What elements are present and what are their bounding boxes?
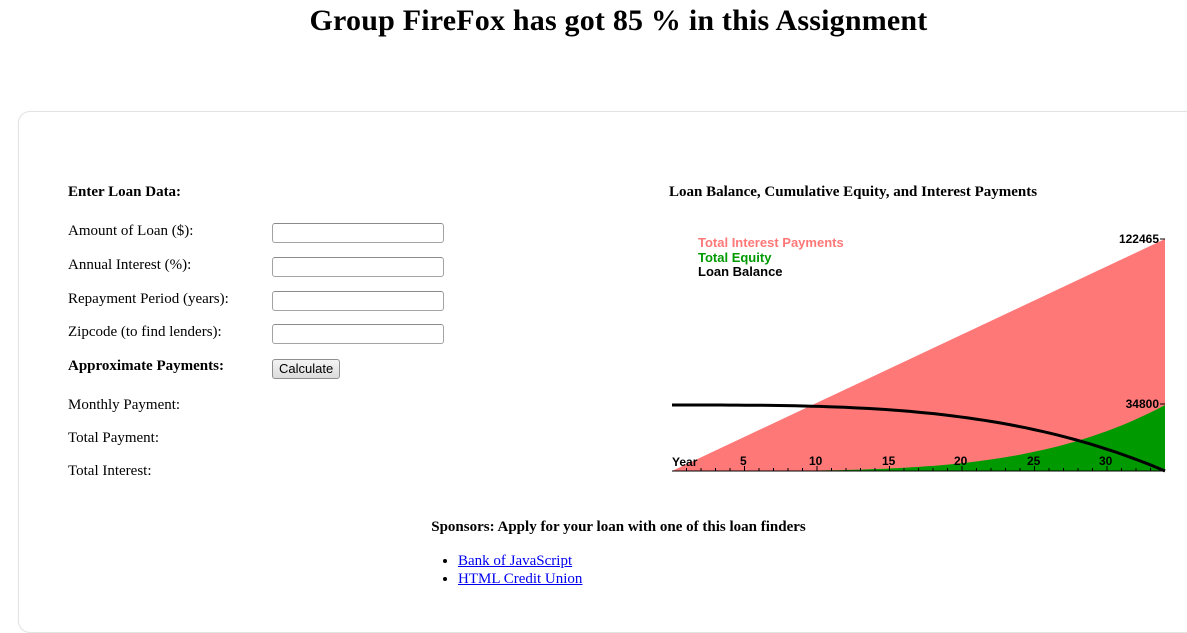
zipcode-label: Zipcode (to find lenders): (68, 324, 222, 340)
equity-end-label: 34800 (1126, 397, 1160, 411)
lender-link-html-credit-union[interactable]: HTML Credit Union (458, 571, 582, 587)
x-tick-label: 25 (1027, 454, 1041, 468)
legend-equity: Total Equity (698, 250, 772, 265)
zipcode-input[interactable] (272, 324, 444, 344)
list-item: HTML Credit Union (458, 570, 582, 588)
page-title: Group FireFox has got 85 % in this Assig… (309, 4, 928, 37)
interest-input[interactable] (272, 257, 444, 277)
x-axis-label: Year (672, 455, 698, 469)
x-tick-label: 10 (809, 454, 823, 468)
payments-heading: Approximate Payments: (68, 358, 224, 374)
amount-label: Amount of Loan ($): (68, 223, 194, 239)
x-tick-label: 15 (882, 454, 896, 468)
legend-balance: Loan Balance (698, 264, 783, 279)
chart-title: Loan Balance, Cumulative Equity, and Int… (669, 184, 1038, 200)
lender-link-bank-of-javascript[interactable]: Bank of JavaScript (458, 553, 572, 569)
interest-end-label: 122465 (1119, 232, 1159, 246)
total-interest-label: Total Interest: (68, 463, 152, 479)
x-tick-label: 20 (954, 454, 968, 468)
loan-chart: Year 5 10 15 20 25 30 Total Interest Pay… (672, 232, 1166, 473)
total-payment-label: Total Payment: (68, 430, 160, 446)
list-item: Bank of JavaScript (458, 552, 582, 570)
period-label: Repayment Period (years): (68, 291, 229, 307)
legend-interest: Total Interest Payments (698, 235, 844, 250)
lender-list: Bank of JavaScript HTML Credit Union (440, 552, 582, 588)
interest-label: Annual Interest (%): (68, 257, 192, 273)
sponsors-heading: Sponsors: Apply for your loan with one o… (431, 519, 806, 535)
amount-input[interactable] (272, 223, 444, 243)
loan-form-heading: Enter Loan Data: (68, 184, 182, 200)
x-tick-label: 30 (1099, 454, 1113, 468)
x-tick-label: 5 (740, 454, 747, 468)
monthly-payment-label: Monthly Payment: (68, 397, 181, 413)
calculate-button[interactable]: Calculate (272, 359, 341, 379)
period-input[interactable] (272, 291, 444, 311)
